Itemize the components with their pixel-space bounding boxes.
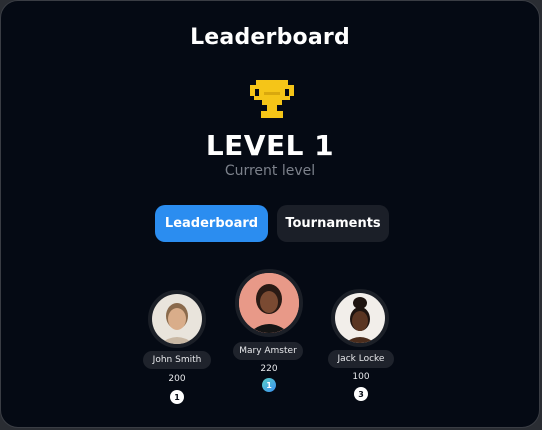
player-score: 100 xyxy=(352,372,370,382)
rank-badge: 1 xyxy=(170,390,184,404)
leaderboard-card: Leaderboard LEVEL 1 Current level Leader… xyxy=(0,0,540,428)
rank-badge: 1 xyxy=(262,378,276,392)
player-name: John Smith xyxy=(143,351,211,369)
trophy-icon xyxy=(250,80,294,118)
avatar xyxy=(235,269,303,337)
tab-leaderboard[interactable]: Leaderboard xyxy=(155,205,268,242)
tab-tournaments[interactable]: Tournaments xyxy=(277,205,389,242)
rank-badge: 3 xyxy=(354,387,368,401)
player-score: 200 xyxy=(168,374,186,384)
level-label: LEVEL 1 xyxy=(205,129,335,162)
page-title: Leaderboard xyxy=(190,25,350,50)
avatar xyxy=(331,289,389,347)
player-score: 220 xyxy=(260,364,278,374)
player-name: Jack Locke xyxy=(328,350,394,368)
level-caption: Current level xyxy=(224,163,316,179)
avatar xyxy=(148,290,206,348)
player-name: Mary Amster xyxy=(233,342,303,360)
